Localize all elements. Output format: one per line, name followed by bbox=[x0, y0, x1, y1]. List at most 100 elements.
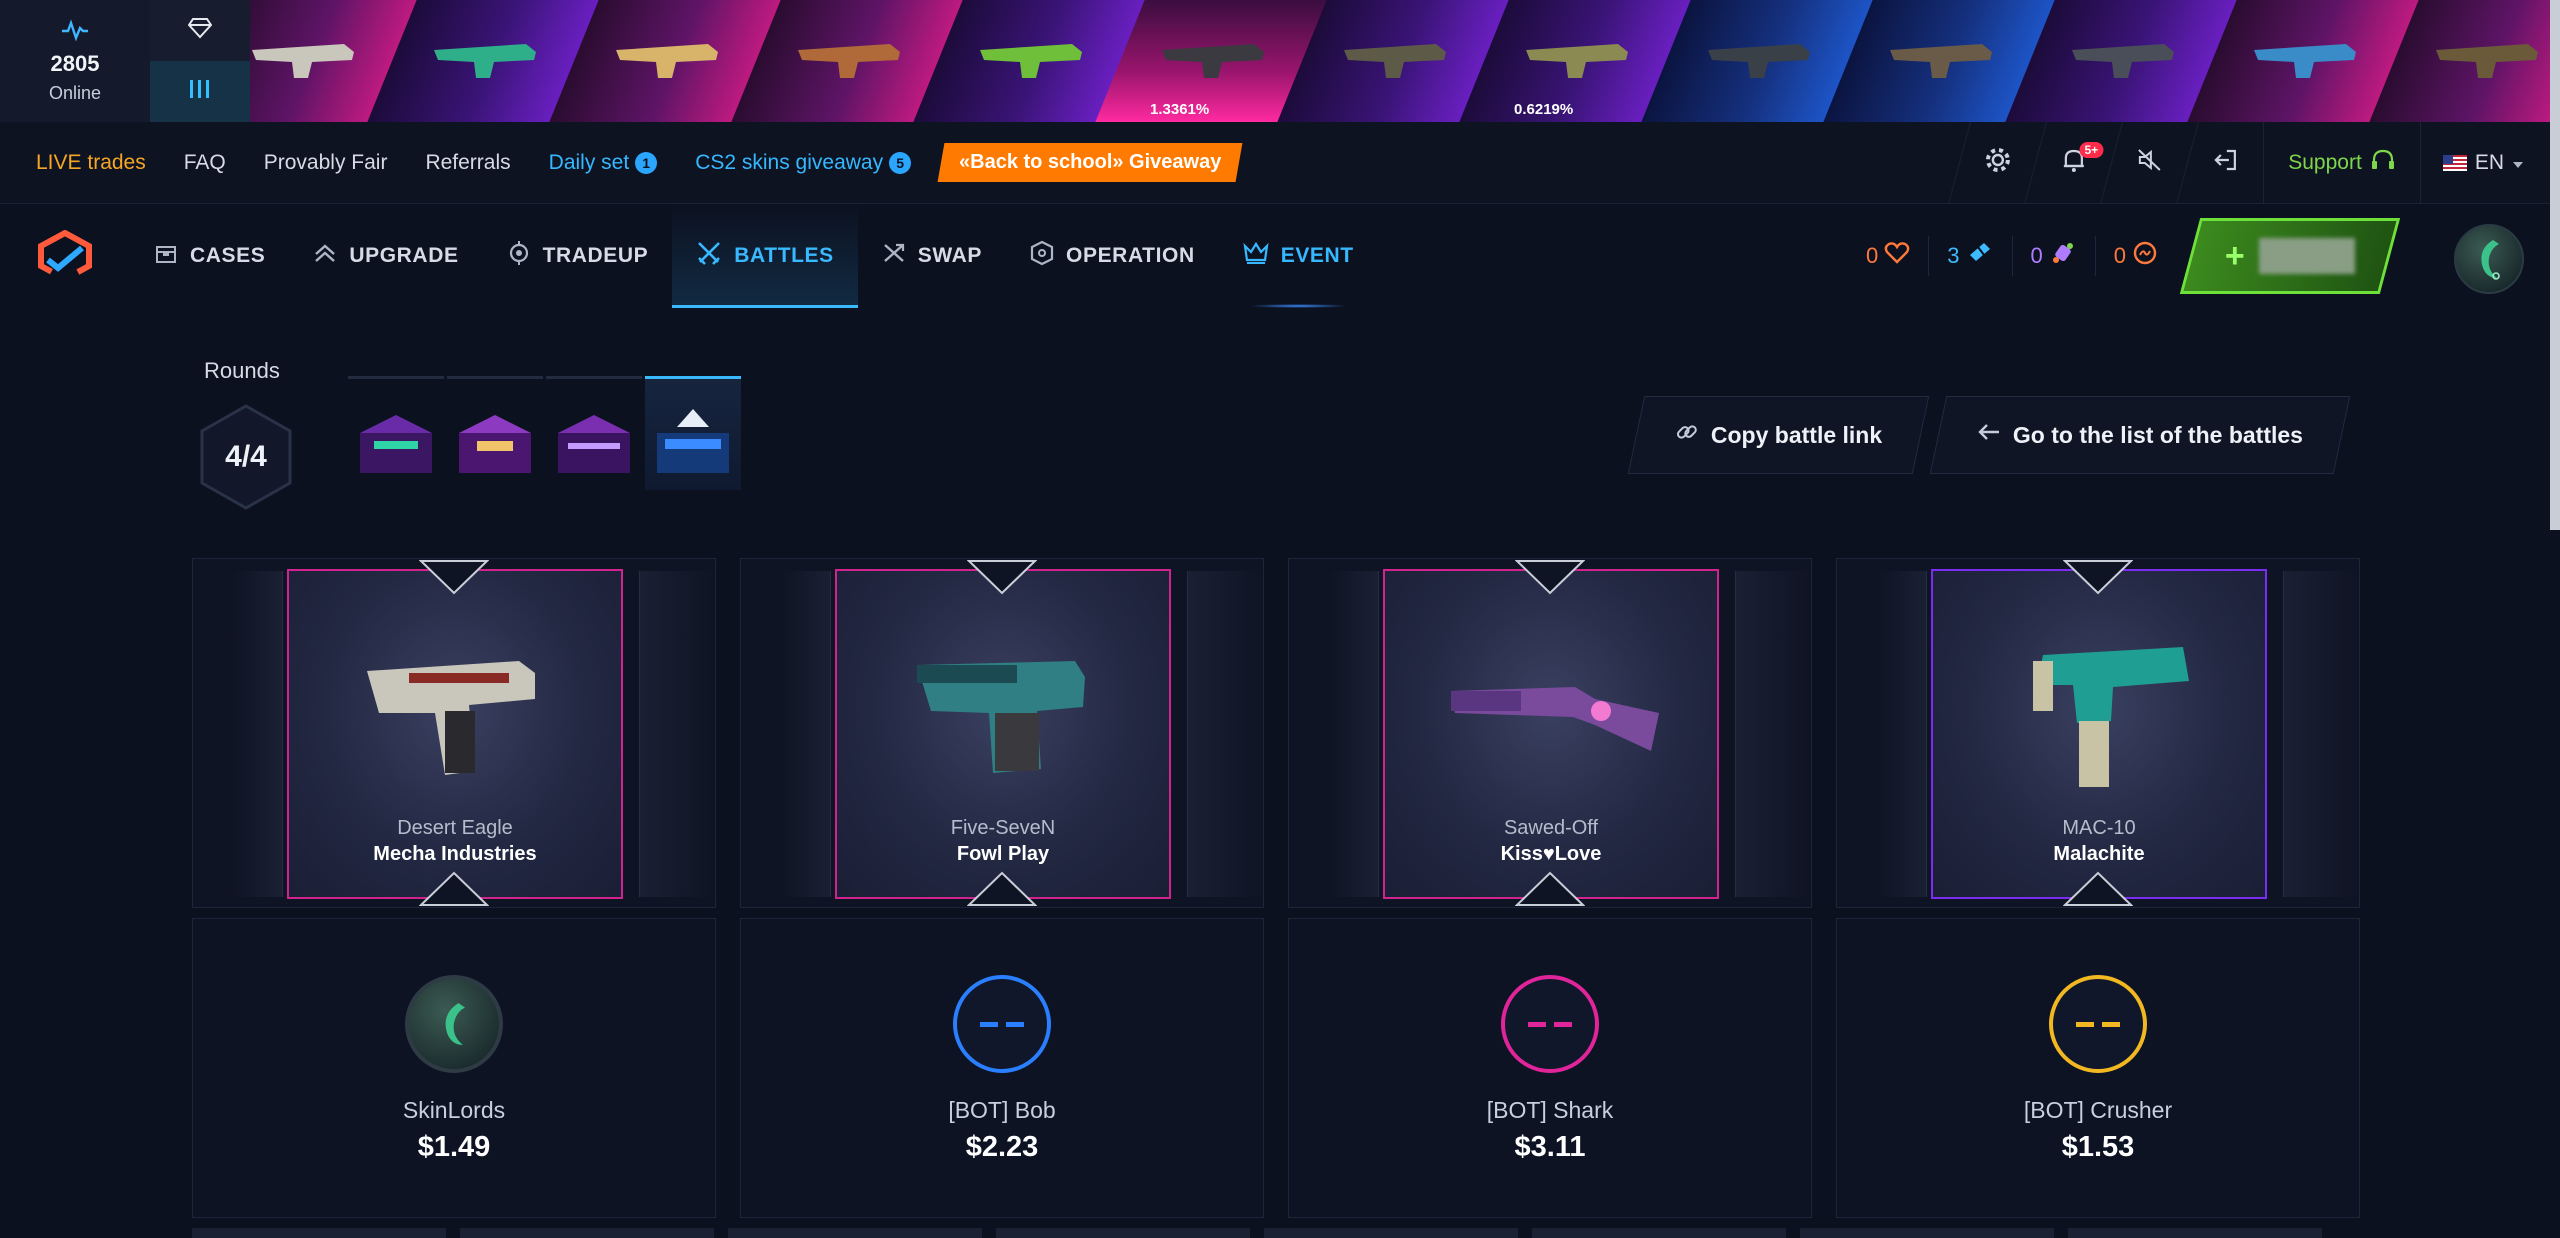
coin-icon bbox=[2132, 240, 2158, 272]
won-item-card[interactable]: Five-SeveN Fowl Play bbox=[835, 569, 1171, 899]
won-item-card[interactable]: Desert Eagle Mecha Industries bbox=[287, 569, 623, 899]
site-logo[interactable] bbox=[0, 204, 130, 308]
nav-upgrade-label: UPGRADE bbox=[349, 244, 459, 267]
notification-badge: 5+ bbox=[2079, 142, 2104, 158]
nav-cases-label: CASES bbox=[190, 244, 266, 267]
hearts-count: 0 bbox=[1866, 243, 1879, 268]
bars-icon bbox=[188, 79, 212, 105]
provably-fair-link[interactable]: Provably Fair bbox=[264, 151, 388, 175]
won-item-card[interactable]: Sawed-Off Kiss♥Love bbox=[1383, 569, 1719, 899]
player-avatar[interactable] bbox=[405, 975, 503, 1073]
daily-set-label: Daily set bbox=[548, 150, 630, 174]
candy-counter[interactable]: 0 bbox=[2011, 236, 2095, 276]
player-column-2: Five-SeveN Fowl Play [BOT] Bob $2.23 bbox=[740, 558, 1264, 1218]
nav-event-label: EVENT bbox=[1280, 244, 1354, 267]
giveaway-link[interactable]: CS2 skins giveaway 5 bbox=[695, 151, 912, 175]
go-to-battles-list-button[interactable]: Go to the list of the battles bbox=[1929, 396, 2351, 474]
karambit-icon bbox=[2481, 240, 2500, 280]
top-drops-tab[interactable] bbox=[150, 0, 250, 61]
round-case-thumb[interactable] bbox=[348, 376, 444, 490]
sawed-off-image bbox=[1451, 687, 1659, 751]
coins-count: 0 bbox=[2113, 243, 2126, 268]
deposit-button[interactable]: + bbox=[2179, 218, 2401, 294]
hearts-counter[interactable]: 0 bbox=[1848, 236, 1928, 276]
weapon-thumbnail bbox=[2072, 44, 2174, 78]
player-total: $3.11 bbox=[1514, 1131, 1586, 1163]
skin-name: Kiss♥Love bbox=[1500, 843, 1602, 865]
online-stats: 2805 Online bbox=[0, 0, 150, 122]
promo-giveaway-button[interactable]: «Back to school» Giveaway bbox=[937, 143, 1243, 182]
player-column-4: MAC-10 Malachite [BOT] Crusher $1.53 bbox=[1836, 558, 2360, 1218]
reel-next-item bbox=[2283, 571, 2359, 897]
player-avatar[interactable] bbox=[2049, 975, 2147, 1073]
player-name: SkinLords bbox=[402, 1097, 506, 1123]
pointer-up-icon bbox=[2063, 871, 2133, 906]
weapon-thumbnail bbox=[1708, 44, 1810, 78]
all-drops-tab[interactable] bbox=[150, 61, 250, 122]
pointer-down-icon bbox=[2063, 560, 2133, 595]
live-tabs bbox=[150, 0, 250, 122]
page-root: 2805 Online 1.3361% 0.6219% LIVE trades F… bbox=[0, 0, 2560, 1238]
tickets-counter[interactable]: 3 bbox=[1928, 236, 2011, 276]
copy-battle-link-button[interactable]: Copy battle link bbox=[1627, 396, 1930, 474]
reel-next-item bbox=[639, 571, 715, 897]
player-name: [BOT] Crusher bbox=[2023, 1097, 2173, 1123]
nav-event[interactable]: EVENT bbox=[1219, 204, 1378, 308]
reel-prev-item bbox=[781, 571, 831, 897]
referrals-link[interactable]: Referrals bbox=[425, 151, 510, 175]
weapon-thumbnail bbox=[2254, 44, 2356, 78]
plus-icon: + bbox=[2225, 236, 2245, 275]
round-case-thumb[interactable] bbox=[546, 376, 642, 490]
nav-upgrade[interactable]: UPGRADE bbox=[289, 204, 482, 308]
player-avatar[interactable] bbox=[1501, 975, 1599, 1073]
user-avatar[interactable] bbox=[2454, 224, 2524, 294]
rounds-value: 4/4 bbox=[225, 440, 267, 473]
link-icon bbox=[1675, 420, 1699, 451]
daily-set-link[interactable]: Daily set 1 bbox=[549, 151, 658, 175]
bot-dashes-icon bbox=[1528, 1021, 1572, 1027]
weapon-thumbnail bbox=[252, 44, 354, 78]
live-trades-link[interactable]: LIVE trades bbox=[36, 151, 146, 175]
swap-icon bbox=[882, 241, 906, 272]
player-card: SkinLords $1.49 bbox=[192, 918, 716, 1218]
faq-link[interactable]: FAQ bbox=[184, 151, 226, 175]
nav-tradeup[interactable]: TRADEUP bbox=[483, 204, 673, 308]
page-scrollbar[interactable] bbox=[2550, 0, 2560, 530]
weapon-thumbnail bbox=[1890, 44, 1992, 78]
item-reel: Five-SeveN Fowl Play bbox=[740, 558, 1264, 908]
player-avatar[interactable] bbox=[953, 975, 1051, 1073]
mac-10-image bbox=[2033, 647, 2189, 787]
pointer-down-icon bbox=[419, 560, 489, 595]
round-case-thumb-active[interactable] bbox=[645, 376, 741, 490]
box-icon bbox=[154, 241, 178, 272]
reel-prev-item bbox=[1329, 571, 1379, 897]
won-item-card[interactable]: MAC-10 Malachite bbox=[1931, 569, 2267, 899]
top-right-tools: 5+ Support EN bbox=[1948, 122, 2560, 204]
skin-name: Fowl Play bbox=[956, 843, 1050, 865]
nav-battles[interactable]: BATTLES bbox=[672, 204, 859, 308]
currency-counters: 0 3 0 0 + bbox=[1848, 204, 2401, 308]
desert-eagle-image bbox=[367, 661, 535, 775]
us-flag-icon bbox=[2442, 155, 2467, 171]
mute-icon bbox=[2137, 148, 2163, 179]
giveaway-badge: 5 bbox=[889, 151, 912, 174]
skin-name: Malachite bbox=[2053, 843, 2145, 865]
drop-chance: 0.6219% bbox=[1514, 101, 1574, 118]
support-link[interactable]: Support bbox=[2263, 122, 2420, 204]
pointer-up-icon bbox=[967, 871, 1037, 906]
nav-operation[interactable]: OPERATION bbox=[1006, 204, 1219, 308]
weapon-thumbnail bbox=[1162, 44, 1264, 78]
skin-name: Mecha Industries bbox=[373, 843, 537, 865]
nav-swap[interactable]: SWAP bbox=[858, 204, 1006, 308]
coins-counter[interactable]: 0 bbox=[2094, 236, 2176, 276]
nav-cases[interactable]: CASES bbox=[130, 204, 289, 308]
weapon-thumbnail bbox=[1344, 44, 1446, 78]
language-selector[interactable]: EN bbox=[2419, 122, 2560, 204]
pulse-icon bbox=[61, 18, 89, 45]
ticket-icon bbox=[1966, 241, 1994, 271]
round-case-thumb[interactable] bbox=[447, 376, 543, 490]
player-name: [BOT] Bob bbox=[948, 1097, 1056, 1123]
headset-icon bbox=[2370, 148, 2396, 178]
nav-tradeup-label: TRADEUP bbox=[542, 244, 649, 267]
weapon-name: MAC-10 bbox=[2062, 817, 2136, 839]
